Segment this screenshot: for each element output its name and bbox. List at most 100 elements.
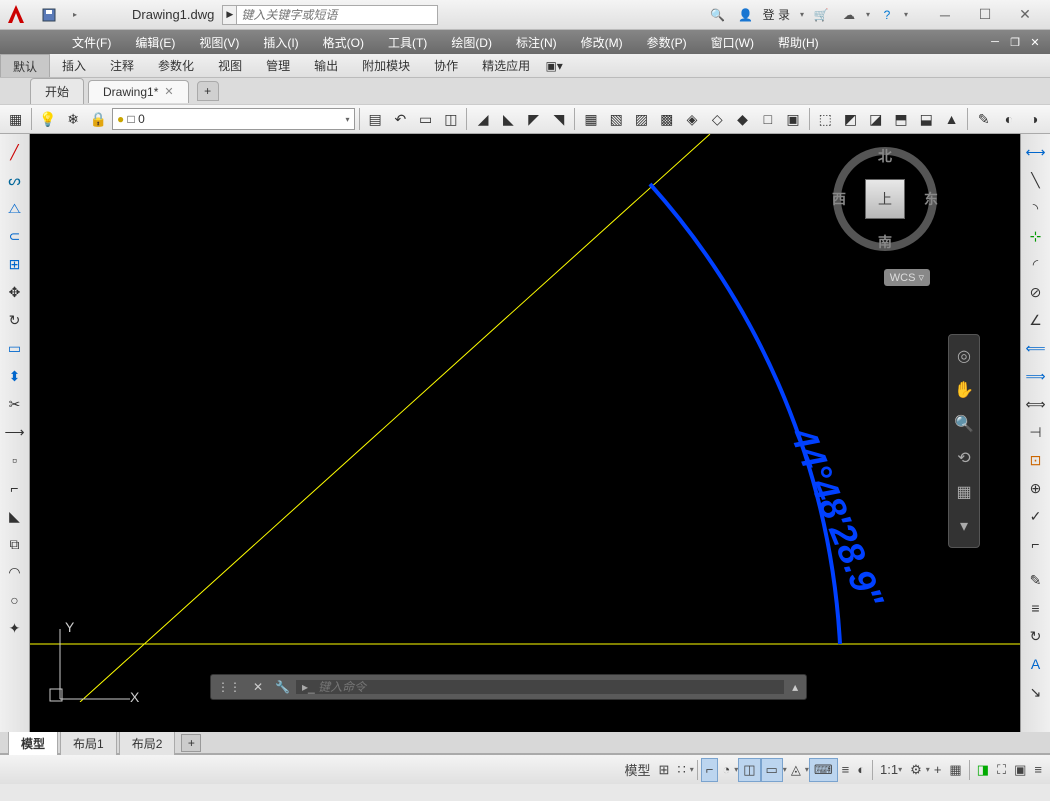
- ribbon-tab-parametric[interactable]: 参数化: [146, 54, 206, 77]
- layer-tool-l-icon[interactable]: □: [756, 107, 779, 131]
- line-tool-icon[interactable]: ╱: [2, 139, 28, 165]
- trim-tool-icon[interactable]: ✂: [2, 391, 28, 417]
- file-tab-start[interactable]: 开始: [30, 78, 84, 104]
- explode-tool-icon[interactable]: ✦: [2, 615, 28, 641]
- layer-tool-i-icon[interactable]: ◈: [680, 107, 703, 131]
- layer-tool-f-icon[interactable]: ▧: [605, 107, 628, 131]
- viewcube-south[interactable]: 南: [878, 232, 892, 252]
- layer-tool-d-icon[interactable]: ◥: [547, 107, 570, 131]
- ribbon-tab-annotate[interactable]: 注释: [98, 54, 146, 77]
- cart-icon[interactable]: 🛒: [810, 4, 832, 26]
- nav-zoom-icon[interactable]: 🔍: [950, 409, 978, 439]
- layer-tool-j-icon[interactable]: ◇: [706, 107, 729, 131]
- app-logo[interactable]: [0, 0, 32, 30]
- dim-diameter-icon[interactable]: ⊘: [1023, 279, 1049, 305]
- menu-window[interactable]: 窗口(W): [699, 30, 766, 54]
- status-quickprops-icon[interactable]: ▦: [945, 758, 965, 782]
- viewcube-north[interactable]: 北: [878, 146, 892, 166]
- command-input[interactable]: [318, 680, 778, 694]
- layer-tool-q-icon[interactable]: ⬒: [889, 107, 912, 131]
- circle-tool-icon[interactable]: ○: [2, 587, 28, 613]
- ribbon-tab-featured[interactable]: 精选应用: [470, 54, 542, 77]
- rectangle-tool-icon[interactable]: ▭: [2, 335, 28, 361]
- menu-edit[interactable]: 编辑(E): [123, 30, 187, 54]
- login-dropdown-icon[interactable]: ▾: [800, 10, 804, 19]
- dim-text-icon[interactable]: A: [1023, 651, 1049, 677]
- layout-tab-layout1[interactable]: 布局1: [60, 731, 117, 755]
- search-go-icon[interactable]: ▶: [223, 6, 237, 24]
- layer-isolate-icon[interactable]: ◫: [439, 107, 462, 131]
- mirror-tool-icon[interactable]: ⧍: [2, 195, 28, 221]
- polyline-tool-icon[interactable]: ᔕ: [2, 167, 28, 193]
- dim-update-icon[interactable]: ↻: [1023, 623, 1049, 649]
- dim-space-icon[interactable]: ⟺: [1023, 391, 1049, 417]
- menu-insert[interactable]: 插入(I): [251, 30, 310, 54]
- viewcube-east[interactable]: 东: [924, 189, 938, 209]
- layer-tool-m-icon[interactable]: ▣: [781, 107, 804, 131]
- search-input[interactable]: [237, 8, 437, 22]
- a360-icon[interactable]: ☁: [838, 4, 860, 26]
- cmd-history-icon[interactable]: ▴: [784, 680, 806, 694]
- fillet-tool-icon[interactable]: ⌐: [2, 475, 28, 501]
- nav-showmotion-icon[interactable]: ▦: [950, 477, 978, 507]
- login-button[interactable]: 登 录: [763, 6, 794, 23]
- dim-radius-icon[interactable]: ◜: [1023, 251, 1049, 277]
- dim-tolerance-icon[interactable]: ⊡: [1023, 447, 1049, 473]
- menu-view[interactable]: 视图(V): [187, 30, 251, 54]
- cmd-customize-icon[interactable]: 🔧: [269, 675, 296, 699]
- ribbon-tab-output[interactable]: 输出: [302, 54, 350, 77]
- nav-wheel-icon[interactable]: ◎: [950, 341, 978, 371]
- status-clean-icon[interactable]: ▣: [1010, 758, 1030, 782]
- status-model-button[interactable]: 模型: [621, 758, 655, 782]
- status-isolate-icon[interactable]: ◨: [973, 758, 993, 782]
- dim-inspect-icon[interactable]: ✓: [1023, 503, 1049, 529]
- layer-tool-a-icon[interactable]: ◢: [471, 107, 494, 131]
- extend-tool-icon[interactable]: ⟶: [2, 419, 28, 445]
- minimize-icon[interactable]: ─: [926, 4, 964, 26]
- layer-tool-k-icon[interactable]: ◆: [731, 107, 754, 131]
- menu-help[interactable]: 帮助(H): [766, 30, 831, 54]
- file-tab-drawing1[interactable]: Drawing1*✕: [88, 80, 189, 103]
- help-dropdown-icon[interactable]: ▾: [904, 10, 908, 19]
- status-scale-button[interactable]: 1:1 ▾: [876, 758, 906, 782]
- status-gear-icon[interactable]: ⚙: [906, 758, 926, 782]
- viewcube-west[interactable]: 西: [832, 189, 846, 209]
- layer-tool-s-icon[interactable]: ▲: [940, 107, 963, 131]
- menu-draw[interactable]: 绘图(D): [439, 30, 504, 54]
- dim-aligned-icon[interactable]: ╲: [1023, 167, 1049, 193]
- layer-tool-e-icon[interactable]: ▦: [579, 107, 602, 131]
- layer-properties-icon[interactable]: ▦: [4, 107, 27, 131]
- doc-close-icon[interactable]: ✕: [1026, 34, 1044, 50]
- ribbon-tab-addins[interactable]: 附加模块: [350, 54, 422, 77]
- layer-bulb-icon[interactable]: 💡: [36, 107, 59, 131]
- dim-break-icon[interactable]: ⊣: [1023, 419, 1049, 445]
- stretch-tool-icon[interactable]: ⬍: [2, 363, 28, 389]
- ribbon-tab-default[interactable]: 默认: [0, 54, 50, 77]
- layer-tool-g-icon[interactable]: ▨: [630, 107, 653, 131]
- nav-orbit-icon[interactable]: ⟲: [950, 443, 978, 473]
- status-ortho-icon[interactable]: ⌐: [701, 758, 719, 782]
- dim-center-icon[interactable]: ⊕: [1023, 475, 1049, 501]
- help-icon[interactable]: ?: [876, 4, 898, 26]
- layer-tool-r-icon[interactable]: ⬓: [915, 107, 938, 131]
- status-dyninput-icon[interactable]: ⌨: [809, 758, 838, 782]
- layer-tool-c-icon[interactable]: ◤: [522, 107, 545, 131]
- a360-dropdown-icon[interactable]: ▾: [866, 10, 870, 19]
- status-hardware-icon[interactable]: ⛶: [993, 758, 1010, 782]
- cmd-handle-icon[interactable]: ⋮⋮: [211, 675, 247, 699]
- file-tab-new-icon[interactable]: +: [197, 81, 219, 101]
- layer-tool-h-icon[interactable]: ▩: [655, 107, 678, 131]
- person-icon[interactable]: 👤: [735, 4, 757, 26]
- status-snap-drop-icon[interactable]: ▾: [690, 765, 694, 774]
- copy-tool-icon[interactable]: ⧉: [2, 531, 28, 557]
- layer-tool-p-icon[interactable]: ◪: [864, 107, 887, 131]
- dim-leader-icon[interactable]: ↘: [1023, 679, 1049, 705]
- layer-tool-t-icon[interactable]: ✎: [972, 107, 995, 131]
- menu-format[interactable]: 格式(O): [311, 30, 376, 54]
- status-lineweight-icon[interactable]: ≡: [838, 758, 854, 782]
- doc-minimize-icon[interactable]: ─: [986, 34, 1004, 50]
- ribbon-tab-insert[interactable]: 插入: [50, 54, 98, 77]
- status-transparency-icon[interactable]: ◐: [853, 758, 869, 782]
- save-icon[interactable]: [38, 4, 60, 26]
- ribbon-tab-manage[interactable]: 管理: [254, 54, 302, 77]
